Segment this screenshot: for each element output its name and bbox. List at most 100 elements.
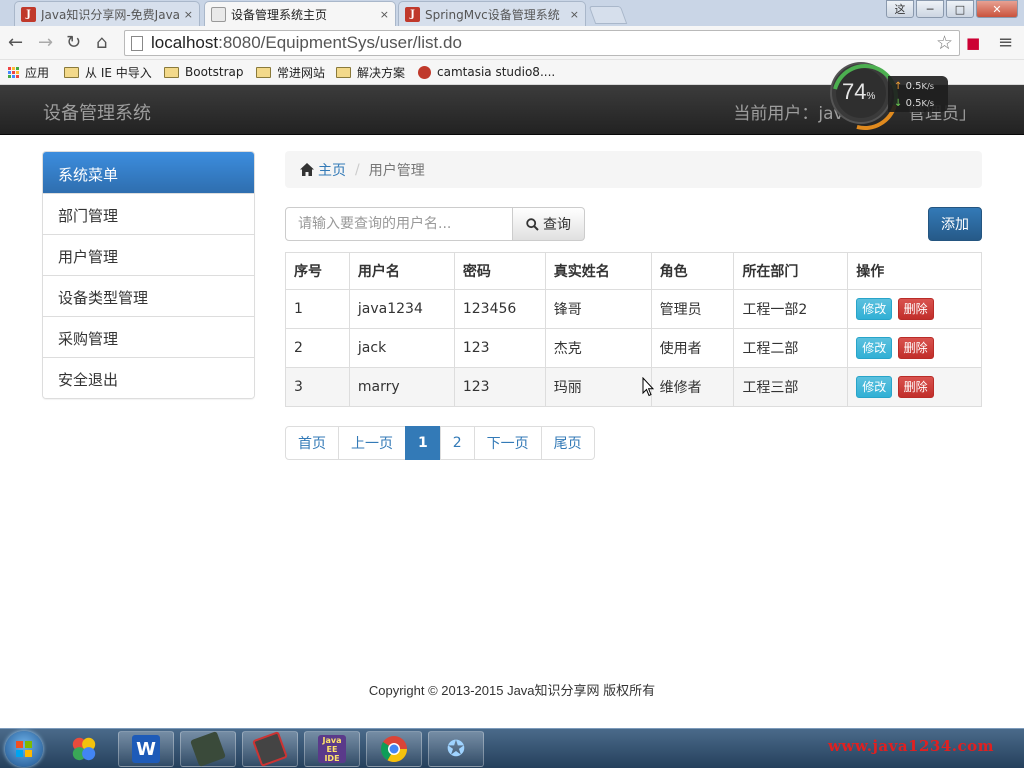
close-window-icon[interactable]: ✕ [976,0,1018,18]
sidebar-item-purchase[interactable]: 采购管理 [43,316,254,357]
bookmark-label: 解决方案 [357,65,406,80]
minimize-icon[interactable]: ─ [916,0,944,18]
table-row: 1 java1234 123456 锋哥 管理员 工程一部2 修改 删除 [285,289,982,329]
taskbar-app-chrome[interactable] [366,731,422,767]
column-header: 操作 [847,252,982,290]
table-row: 3 marry 123 玛丽 维修者 工程三部 修改 删除 [285,367,982,407]
profile-button[interactable]: 这 [886,0,914,18]
page-next[interactable]: 下一页 [473,426,542,460]
speed-percent: 74% [842,79,876,104]
edit-button[interactable]: 修改 [856,298,893,320]
home-icon[interactable]: ⌂ [96,32,107,53]
page-favicon-icon [211,6,226,22]
forward-icon[interactable]: → [38,32,53,53]
javaee-ide-icon: Java EE IDE [318,735,346,763]
speed-panel: ↑ 0.5K/s ↓ 0.5K/s [888,76,948,112]
folder-icon [64,66,79,78]
cell-password: 123456 [453,289,546,329]
chrome-menu-icon[interactable]: ≡ [998,32,1013,53]
cell-realname: 锋哥 [544,289,652,329]
search-button[interactable]: 查询 [513,207,585,241]
column-header: 所在部门 [733,252,849,290]
sidebar-item-department[interactable]: 部门管理 [43,193,254,234]
bookmark-label: 从 IE 中导入 [85,65,152,80]
back-icon[interactable]: ← [8,32,23,53]
page-1[interactable]: 1 [405,426,441,460]
page-2[interactable]: 2 [439,426,475,460]
breadcrumb-separator: / [355,161,360,178]
page-last[interactable]: 尾页 [540,426,595,460]
download-arrow-icon: ↓ [894,98,903,109]
pinwheel-icon [70,735,98,763]
taskbar-app-terminal[interactable] [180,731,236,767]
url-path: :8080/EquipmentSys/user/list.do [218,33,462,52]
tab-close-icon[interactable]: × [184,8,193,21]
bookmark-apps[interactable]: 应用 [8,63,49,81]
taskbar-app-javaee-ide[interactable]: Java EE IDE [304,731,360,767]
tab-close-icon[interactable]: × [570,8,579,21]
bookmark-folder-bootstrap[interactable]: Bootstrap [164,63,243,81]
camtasia-icon [418,65,431,79]
bookmark-folder-ie[interactable]: 从 IE 中导入 [64,63,152,81]
window-controls: 这 ─ □ ✕ [884,0,1018,18]
browser-tab-strip: J Java知识分享网-免费Java × 设备管理系统主页 × J Spring… [0,0,1024,26]
address-bar[interactable]: localhost:8080/EquipmentSys/user/list.do… [124,30,960,56]
system-menu-header[interactable]: 系统菜单 [43,152,254,193]
browser-tab-java1234[interactable]: J Java知识分享网-免费Java × [14,1,200,26]
delete-button[interactable]: 删除 [897,337,934,359]
apps-grid-icon [8,66,19,78]
cell-realname: 玛丽 [544,367,652,407]
cell-dept: 工程二部 [733,328,849,368]
cell-username: java1234 [348,289,455,329]
browser-tab-springmvc[interactable]: J SpringMvc设备管理系统 × [398,1,586,26]
breadcrumb: 主页 / 用户管理 [285,151,982,188]
cell-actions: 修改 删除 [847,289,982,329]
tab-title: 设备管理系统主页 [231,7,328,22]
cell-username: marry [348,367,455,407]
start-button[interactable] [5,731,43,767]
cell-username: jack [348,328,455,368]
add-user-button[interactable]: 添加 [928,207,982,241]
page-first[interactable]: 首页 [285,426,339,460]
edit-button[interactable]: 修改 [856,337,893,359]
page-icon [131,35,143,51]
breadcrumb-home-link[interactable]: 主页 [300,160,346,180]
browser-tab-equipment-home[interactable]: 设备管理系统主页 × [204,1,396,26]
folder-icon [256,66,271,78]
column-header: 角色 [650,252,735,290]
cell-actions: 修改 删除 [847,367,982,407]
cell-no: 1 [285,289,350,329]
reload-icon[interactable]: ↻ [66,32,81,53]
sidebar-item-users[interactable]: 用户管理 [43,234,254,275]
page-prev[interactable]: 上一页 [338,426,406,460]
taskbar-app-pinwheel[interactable] [56,731,112,767]
url-host: localhost [151,33,219,52]
bookmark-camtasia[interactable]: camtasia studio8.... [418,63,555,81]
user-table: 序号 用户名 密码 真实姓名 角色 所在部门 操作 1 java1234 123… [285,252,982,407]
bookmark-star-icon[interactable]: ☆ [936,32,953,55]
bookmark-folder-solutions[interactable]: 解决方案 [336,63,405,81]
watermark-text: www.java1234.com [828,737,995,755]
taskbar-app-tool[interactable] [242,731,298,767]
delete-button[interactable]: 删除 [897,298,934,320]
taskbar-app-mysql[interactable]: ✪ [428,731,484,767]
column-header: 真实姓名 [544,252,652,290]
bookmark-folder-frequent[interactable]: 常进网站 [256,63,325,81]
extension-icon[interactable]: ■ [966,34,980,52]
tab-close-icon[interactable]: × [380,8,389,21]
sidebar-item-equipment-type[interactable]: 设备类型管理 [43,275,254,316]
cell-realname: 杰克 [544,328,652,368]
navbar-brand[interactable]: 设备管理系统 [43,99,151,125]
search-icon [526,217,539,231]
delete-button[interactable]: 删除 [897,376,934,398]
maximize-icon[interactable]: □ [946,0,974,18]
table-header-row: 序号 用户名 密码 真实姓名 角色 所在部门 操作 [285,252,982,290]
sidebar-item-logout[interactable]: 安全退出 [43,357,254,398]
tool-icon [252,731,288,767]
new-tab-button[interactable] [588,6,628,24]
edit-button[interactable]: 修改 [856,376,893,398]
taskbar-app-wps[interactable]: W [118,731,174,767]
column-header: 用户名 [348,252,455,290]
username-search-input[interactable] [285,207,513,241]
cell-dept: 工程一部2 [733,289,849,329]
